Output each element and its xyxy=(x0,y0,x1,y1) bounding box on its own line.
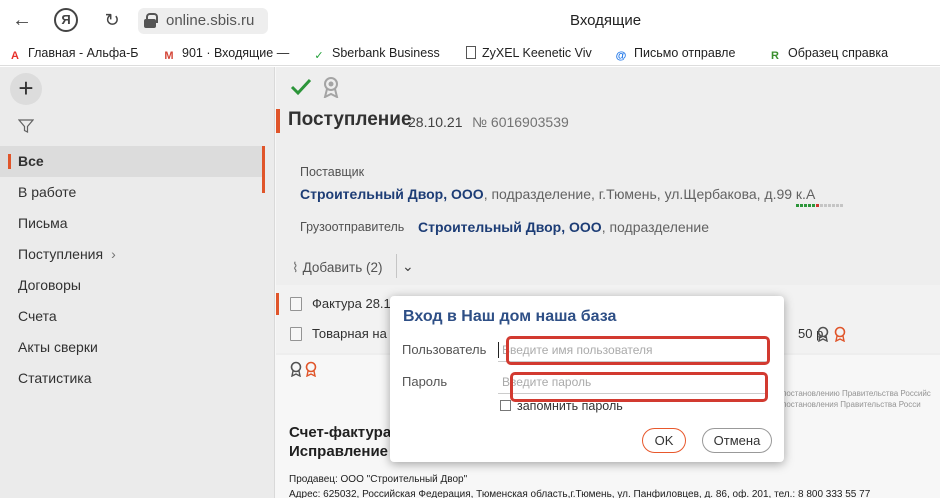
bookmarks-bar: A Главная - Альфа-Б M 901 · Входящие — ✓ Sb… xyxy=(0,40,940,66)
page-icon xyxy=(466,46,476,59)
checkbox-icon[interactable] xyxy=(500,400,511,411)
bookmark-alfa[interactable]: A Главная - Альфа-Б xyxy=(8,44,138,62)
dialog-title: Вход в Наш дом наша база xyxy=(403,308,617,325)
highlight-frame xyxy=(510,372,768,402)
bookmark-sample[interactable]: R Образец справка xyxy=(768,44,888,62)
sberbank-icon: ✓ xyxy=(314,50,324,62)
cancel-button[interactable]: Отмена xyxy=(702,428,772,453)
bookmark-sberbank[interactable]: ✓ Sberbank Business xyxy=(312,44,439,62)
remember-checkbox[interactable]: запомнить пароль xyxy=(500,399,623,413)
bookmark-zyxel[interactable]: ZyXEL Keenetic Viv xyxy=(466,44,592,62)
ok-button[interactable]: OK xyxy=(642,428,686,453)
text-caret xyxy=(498,342,499,358)
user-label: Пользователь xyxy=(402,342,487,357)
highlight-frame xyxy=(506,336,770,365)
mail-at-icon: @ xyxy=(615,50,627,62)
alfa-bank-icon: A xyxy=(11,50,19,62)
login-dialog: Вход в Наш дом наша база Пользователь Па… xyxy=(390,296,784,462)
password-label: Пароль xyxy=(402,374,448,389)
rub-icon: R xyxy=(771,50,779,62)
page-title: Входящие xyxy=(570,12,642,29)
browser-toolbar: ← Я ↻ online.sbis.ru Входящие xyxy=(0,0,940,40)
bookmark-mail[interactable]: @ Письмо отправле xyxy=(614,44,736,62)
gmail-icon: M xyxy=(164,50,174,62)
bookmark-gmail[interactable]: M 901 · Входящие — xyxy=(162,44,289,62)
